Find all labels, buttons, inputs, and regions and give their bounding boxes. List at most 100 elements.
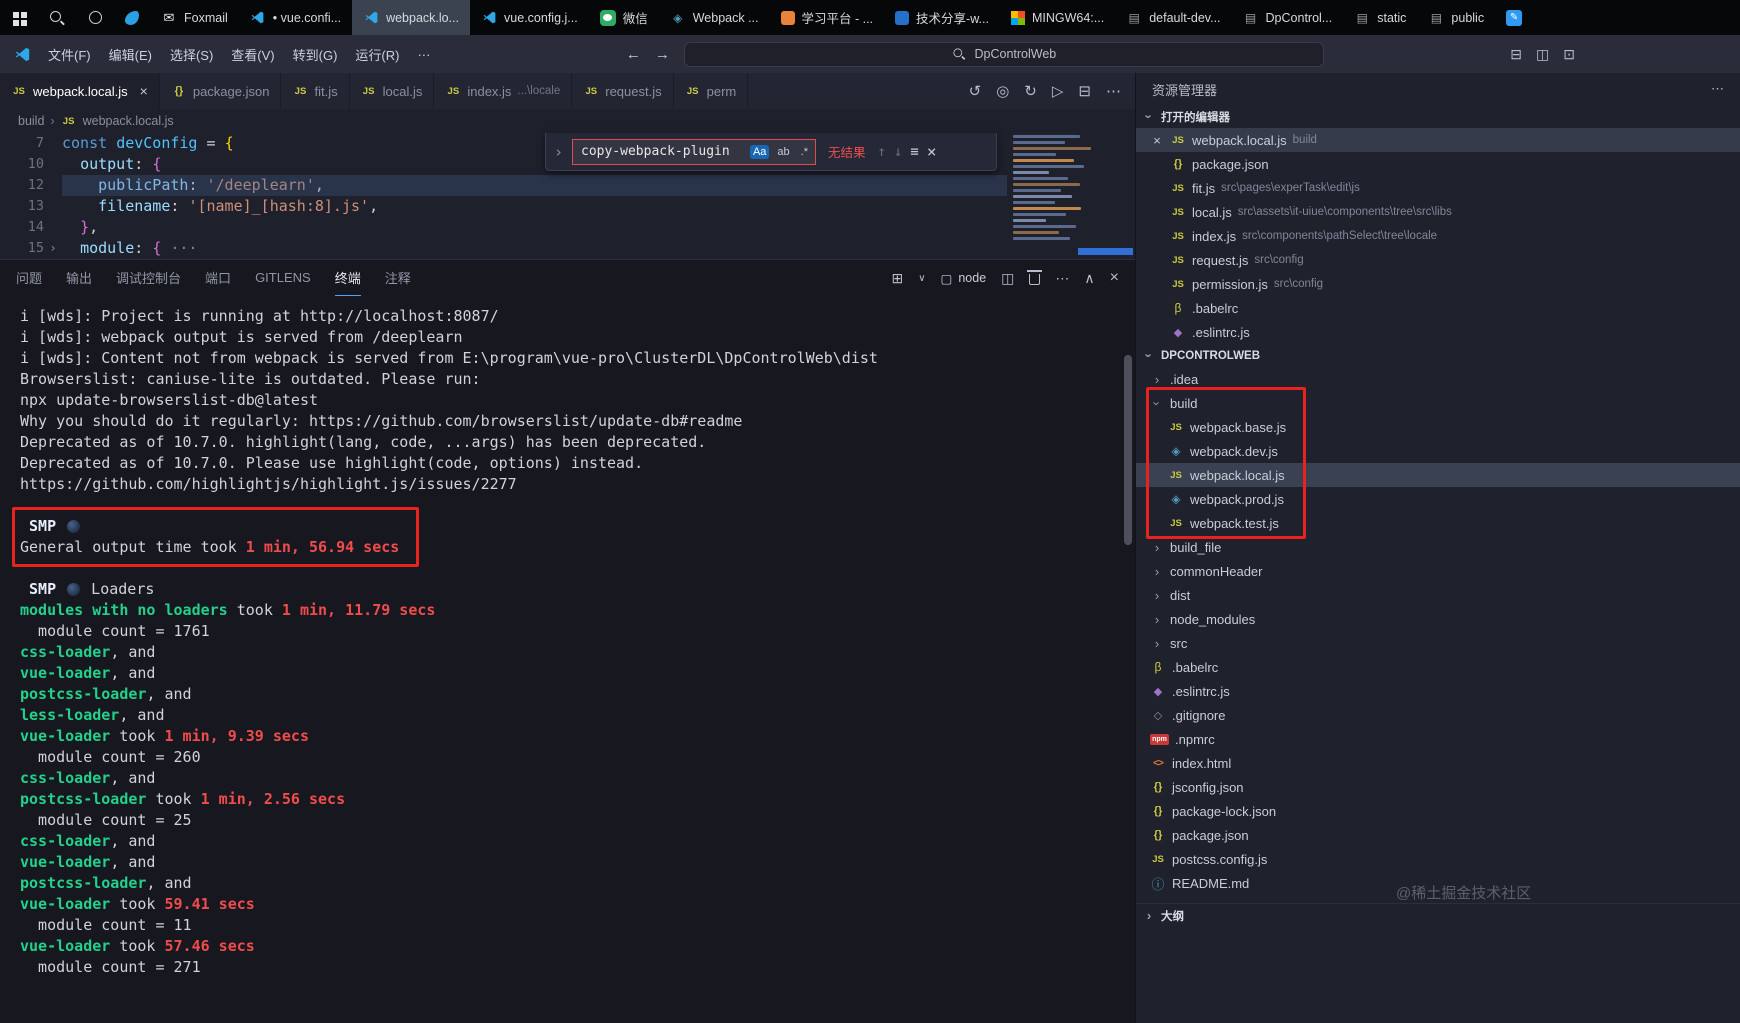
tree-file[interactable]: ◈ webpack.dev.js bbox=[1136, 439, 1740, 463]
open-editor-item[interactable]: × JS webpack.local.js build bbox=[1136, 128, 1740, 152]
taskbar-item[interactable]: ▤ DpControl... bbox=[1232, 0, 1344, 35]
taskbar-item[interactable]: ◈ Webpack ... bbox=[659, 0, 770, 35]
close-find-icon[interactable] bbox=[927, 142, 937, 161]
taskbar-item[interactable]: ▤ public bbox=[1417, 0, 1495, 35]
chevron-down-icon[interactable] bbox=[918, 273, 925, 284]
breadcrumb-file[interactable]: webpack.local.js bbox=[83, 114, 174, 128]
menu-item[interactable]: 选择(S) bbox=[161, 41, 222, 67]
taskbar-item[interactable]: 微信 bbox=[589, 0, 659, 35]
editor-tab[interactable]: JS index.js ...\locale bbox=[434, 73, 573, 109]
whole-word-icon[interactable]: ab bbox=[774, 145, 792, 159]
kill-terminal-icon[interactable] bbox=[1027, 270, 1043, 285]
taskbar-item[interactable] bbox=[114, 0, 150, 35]
open-editor-item[interactable]: ◆ .eslintrc.js bbox=[1136, 320, 1740, 344]
open-editor-item[interactable]: β .babelrc bbox=[1136, 296, 1740, 320]
tree-file[interactable]: <> index.html bbox=[1136, 751, 1740, 775]
panel-tab[interactable]: 终端 bbox=[334, 260, 361, 296]
tree-file[interactable]: ◈ webpack.prod.js bbox=[1136, 487, 1740, 511]
tree-file[interactable]: β .babelrc bbox=[1136, 655, 1740, 679]
editor-tab[interactable]: JS perm bbox=[674, 73, 749, 109]
terminal[interactable]: i [wds]: Project is running at http://lo… bbox=[0, 296, 1135, 1023]
open-editor-item[interactable]: JS index.js src\components\pathSelect\tree… bbox=[1136, 224, 1740, 248]
tree-file[interactable]: JS webpack.local.js bbox=[1136, 463, 1740, 487]
editor-tab[interactable]: JS webpack.local.js × bbox=[0, 73, 160, 109]
minimap[interactable] bbox=[1013, 135, 1108, 257]
more-panel-actions-icon[interactable] bbox=[1055, 270, 1069, 287]
code-editor[interactable]: 7 const devConfig = {10 output: {12 publi… bbox=[0, 133, 1135, 259]
terminal-instance[interactable]: node bbox=[941, 271, 986, 286]
tree-folder[interactable]: › node_modules bbox=[1136, 607, 1740, 631]
tree-folder[interactable]: › dist bbox=[1136, 583, 1740, 607]
breadcrumb-folder[interactable]: build bbox=[18, 114, 44, 128]
workspace-header[interactable]: › DPCONTROLWEB bbox=[1136, 344, 1740, 367]
navigate-forward-icon[interactable] bbox=[655, 46, 670, 63]
sync-icon[interactable] bbox=[1024, 82, 1037, 100]
previous-match-icon[interactable] bbox=[878, 144, 886, 160]
taskbar-item[interactable]: 技术分享-w... bbox=[884, 0, 1000, 35]
taskbar-item[interactable] bbox=[0, 0, 38, 35]
find-in-selection-icon[interactable] bbox=[910, 144, 918, 160]
panel-tab[interactable]: 注释 bbox=[385, 260, 411, 296]
terminal-scrollbar[interactable] bbox=[1124, 355, 1132, 545]
tree-file[interactable]: {} package.json bbox=[1136, 823, 1740, 847]
tree-folder[interactable]: › .idea bbox=[1136, 367, 1740, 391]
panel-tab[interactable]: 调试控制台 bbox=[116, 260, 181, 296]
menu-item[interactable]: ··· bbox=[408, 41, 439, 67]
open-editor-item[interactable]: {} package.json bbox=[1136, 152, 1740, 176]
explorer-more-actions-icon[interactable] bbox=[1711, 81, 1724, 97]
terminal-views-icon[interactable] bbox=[891, 270, 903, 287]
tree-folder[interactable]: › build bbox=[1136, 391, 1740, 415]
menu-item[interactable]: 文件(F) bbox=[39, 41, 100, 67]
editor-tab[interactable]: JS fit.js bbox=[281, 73, 350, 109]
tree-file[interactable]: {} package-lock.json bbox=[1136, 799, 1740, 823]
more-editor-actions-icon[interactable] bbox=[1106, 82, 1121, 100]
open-editors-header[interactable]: › 打开的编辑器 bbox=[1136, 105, 1740, 128]
tree-folder[interactable]: › commonHeader bbox=[1136, 559, 1740, 583]
tree-file[interactable]: JS postcss.config.js bbox=[1136, 847, 1740, 871]
outline-section[interactable]: › 大纲 bbox=[1136, 903, 1740, 927]
maximize-panel-icon[interactable] bbox=[1084, 270, 1094, 287]
close-editor-icon[interactable]: × bbox=[1150, 133, 1164, 148]
menu-item[interactable]: 编辑(E) bbox=[100, 41, 161, 67]
tree-file[interactable]: npm .npmrc bbox=[1136, 727, 1740, 751]
tree-file[interactable]: JS webpack.base.js bbox=[1136, 415, 1740, 439]
navigate-back-icon[interactable] bbox=[626, 46, 641, 63]
customize-layout-icon[interactable] bbox=[1563, 46, 1575, 63]
tree-folder[interactable]: › src bbox=[1136, 631, 1740, 655]
regex-icon[interactable]: .* bbox=[798, 145, 811, 159]
taskbar-item[interactable]: ✉ Foxmail bbox=[150, 0, 239, 35]
close-tab-icon[interactable]: × bbox=[140, 83, 148, 99]
split-terminal-icon[interactable] bbox=[1001, 270, 1014, 287]
panel-tab[interactable]: 输出 bbox=[66, 260, 92, 296]
fold-caret-icon[interactable]: › bbox=[44, 238, 62, 259]
menu-item[interactable]: 运行(R) bbox=[346, 41, 408, 67]
taskbar-item[interactable]: ▤ static bbox=[1343, 0, 1417, 35]
taskbar-item[interactable]: ▤ default-dev... bbox=[1115, 0, 1231, 35]
panel-tab[interactable]: GITLENS bbox=[255, 260, 311, 296]
menu-item[interactable]: 转到(G) bbox=[284, 41, 347, 67]
panel-tab[interactable]: 端口 bbox=[205, 260, 231, 296]
find-input[interactable]: copy-webpack-plugin Aa ab .* bbox=[572, 138, 816, 165]
toggle-replace-icon[interactable]: › bbox=[554, 143, 564, 161]
panel-tab[interactable]: 问题 bbox=[16, 260, 42, 296]
toggle-panel-icon[interactable] bbox=[1510, 46, 1522, 63]
editor-tab[interactable]: JS request.js bbox=[572, 73, 674, 109]
next-match-icon[interactable] bbox=[894, 144, 902, 160]
open-editor-item[interactable]: JS fit.js src\pages\experTask\edit\js bbox=[1136, 176, 1740, 200]
open-editor-item[interactable]: JS permission.js src\config bbox=[1136, 272, 1740, 296]
taskbar-item[interactable]: vue.config.j... bbox=[470, 0, 589, 35]
match-case-icon[interactable]: Aa bbox=[749, 144, 770, 159]
taskbar-item[interactable]: • vue.confi... bbox=[239, 0, 352, 35]
taskbar-item[interactable]: ✎ bbox=[1495, 0, 1533, 35]
editor-tab[interactable]: JS local.js bbox=[350, 73, 435, 109]
open-editor-item[interactable]: JS request.js src\config bbox=[1136, 248, 1740, 272]
tree-file[interactable]: ◇ .gitignore bbox=[1136, 703, 1740, 727]
close-panel-icon[interactable] bbox=[1110, 269, 1119, 287]
split-editor-icon[interactable] bbox=[1078, 82, 1091, 100]
menu-item[interactable]: 查看(V) bbox=[222, 41, 283, 67]
taskbar-item[interactable]: 学习平台 - ... bbox=[770, 0, 885, 35]
taskbar-item[interactable]: MINGW64:... bbox=[1000, 0, 1115, 35]
editor-tab[interactable]: {} package.json bbox=[160, 73, 282, 109]
taskbar-item[interactable]: webpack.lo... bbox=[352, 0, 471, 35]
run-icon[interactable] bbox=[1052, 82, 1064, 100]
